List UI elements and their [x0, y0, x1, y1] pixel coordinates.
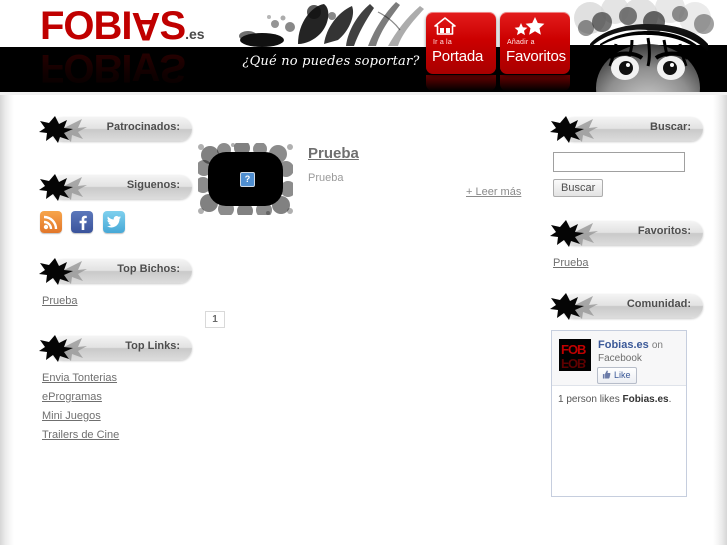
post-item: ? Prueba Prueba + Leer más	[198, 143, 528, 253]
list-item[interactable]: Prueba	[42, 293, 198, 310]
right-sidebar: Buscar: Buscar Favoritos: Prueba Comunid…	[549, 115, 709, 497]
favorites-button-sublabel: Añadir a	[507, 39, 535, 46]
list-item[interactable]: Envia Tonterias	[42, 370, 198, 387]
section-top-links: Top Links:	[38, 334, 192, 362]
read-more-link[interactable]: + Leer más	[466, 186, 521, 198]
starburst-icon	[38, 257, 88, 285]
broken-image-glyph: ?	[244, 174, 251, 184]
rss-icon[interactable]	[40, 211, 62, 233]
facebook-faces-area	[558, 406, 680, 444]
favorites-links: Prueba	[553, 255, 709, 272]
main-content: ? Prueba Prueba + Leer más 1	[198, 143, 528, 328]
section-title-top-bichos: Top Bichos:	[117, 263, 180, 275]
page-root: FOBIAS.es FOBIAS ¿Qué no puedes soportar…	[0, 0, 727, 545]
list-item[interactable]: Prueba	[553, 255, 709, 272]
avatar-logo-reflection: FOB	[561, 356, 586, 371]
section-siguenos: Siguenos:	[38, 173, 192, 201]
logo-text-before: FOBI	[40, 4, 133, 48]
logo-flipped-a: A	[131, 4, 160, 48]
page-left-edge-shadow	[0, 95, 14, 545]
section-title-buscar: Buscar:	[650, 121, 691, 133]
list-item[interactable]: Mini Juegos	[42, 408, 198, 425]
home-icon	[426, 16, 496, 38]
likes-count-text: 1 person likes	[558, 394, 623, 405]
likes-page-name: Fobias.es	[622, 394, 669, 405]
search-button[interactable]: Buscar	[553, 179, 604, 197]
avatar-logo-top: FOB	[561, 342, 586, 357]
page-number-1[interactable]: 1	[205, 311, 225, 328]
section-top-bichos: Top Bichos:	[38, 257, 192, 285]
logo-reflection-wordmark: FOBIAS	[40, 46, 185, 90]
starburst-icon	[549, 292, 599, 320]
thumbs-up-icon	[602, 370, 611, 383]
site-logo[interactable]: FOBIAS.es FOBIAS	[40, 4, 240, 95]
post-thumbnail[interactable]: ?	[198, 143, 293, 215]
section-title-comunidad: Comunidad:	[626, 298, 691, 310]
facebook-icon[interactable]	[71, 211, 94, 233]
favorites-button-reflection	[500, 75, 570, 91]
post-title-link[interactable]: Prueba	[308, 145, 359, 162]
section-title-patrocinados: Patrocinados:	[106, 121, 180, 133]
section-patrocinados: Patrocinados:	[38, 115, 192, 143]
facebook-page-avatar: FOB FOB	[559, 339, 591, 371]
facebook-like-box: FOB FOB Fobias.es on Facebook Like 1 per…	[551, 330, 687, 497]
top-links-list: Envia Tonterias eProgramas Mini Juegos T…	[42, 370, 198, 444]
header-tagline: ¿Qué no puedes soportar?	[242, 54, 420, 69]
facebook-like-box-header: FOB FOB Fobias.es on Facebook Like	[552, 331, 686, 386]
logo-reflection-before: FOBI	[40, 46, 132, 90]
logo-reflection: FOBIAS	[40, 46, 185, 90]
logo-reflection-flipped-a: A	[131, 46, 160, 90]
home-button[interactable]: Ir a la Portada	[426, 12, 496, 74]
search-input[interactable]	[553, 152, 685, 172]
facebook-page-name-text: Fobias.es	[598, 339, 649, 351]
list-item[interactable]: Trailers de Cine	[42, 427, 198, 444]
section-title-top-links: Top Links:	[125, 340, 180, 352]
facebook-likes-summary: 1 person likes Fobias.es.	[552, 386, 686, 496]
page-content: Patrocinados: Siguenos: Top Bichos: Prue…	[0, 95, 727, 545]
section-title-favoritos: Favoritos:	[637, 225, 691, 237]
stars-icon	[500, 16, 570, 38]
section-title-siguenos: Siguenos:	[126, 179, 180, 191]
broken-image-icon: ?	[240, 172, 255, 187]
home-button-sublabel: Ir a la	[433, 39, 452, 46]
logo-text-after: S	[159, 4, 186, 48]
home-button-label: Portada	[432, 48, 484, 65]
logo-suffix: .es	[185, 26, 205, 42]
post-excerpt: Prueba	[308, 172, 344, 184]
site-header: FOBIAS.es FOBIAS ¿Qué no puedes soportar…	[0, 0, 727, 95]
section-comunidad: Comunidad:	[549, 292, 703, 320]
pagination: 1	[205, 311, 225, 328]
facebook-network-label: Facebook	[598, 353, 642, 364]
starburst-icon	[549, 115, 599, 143]
left-sidebar: Patrocinados: Siguenos: Top Bichos: Prue…	[38, 115, 198, 446]
facebook-on-word: on	[651, 340, 663, 351]
twitter-icon[interactable]	[102, 211, 125, 233]
facebook-page-name[interactable]: Fobias.es on	[598, 339, 684, 352]
top-bichos-links: Prueba	[42, 293, 198, 310]
favorites-button[interactable]: Añadir a Favoritos	[500, 12, 570, 74]
likes-text-suffix: .	[668, 394, 672, 405]
favorites-button-label: Favoritos	[506, 48, 566, 65]
header-grunge-artwork	[228, 0, 428, 47]
section-favoritos: Favoritos:	[549, 219, 703, 247]
page-right-edge-shadow	[713, 95, 727, 545]
home-button-reflection	[426, 75, 496, 91]
facebook-like-label: Like	[614, 370, 631, 380]
section-buscar: Buscar:	[549, 115, 703, 143]
logo-wordmark: FOBIAS.es	[40, 4, 205, 48]
starburst-icon	[549, 219, 599, 247]
facebook-like-button[interactable]: Like	[597, 367, 637, 384]
starburst-icon	[38, 115, 88, 143]
social-links	[40, 211, 198, 233]
scared-face-photo	[570, 0, 727, 95]
logo-reflection-after: S	[159, 46, 186, 90]
list-item[interactable]: eProgramas	[42, 389, 198, 406]
starburst-icon	[38, 334, 88, 362]
starburst-icon	[38, 173, 88, 201]
